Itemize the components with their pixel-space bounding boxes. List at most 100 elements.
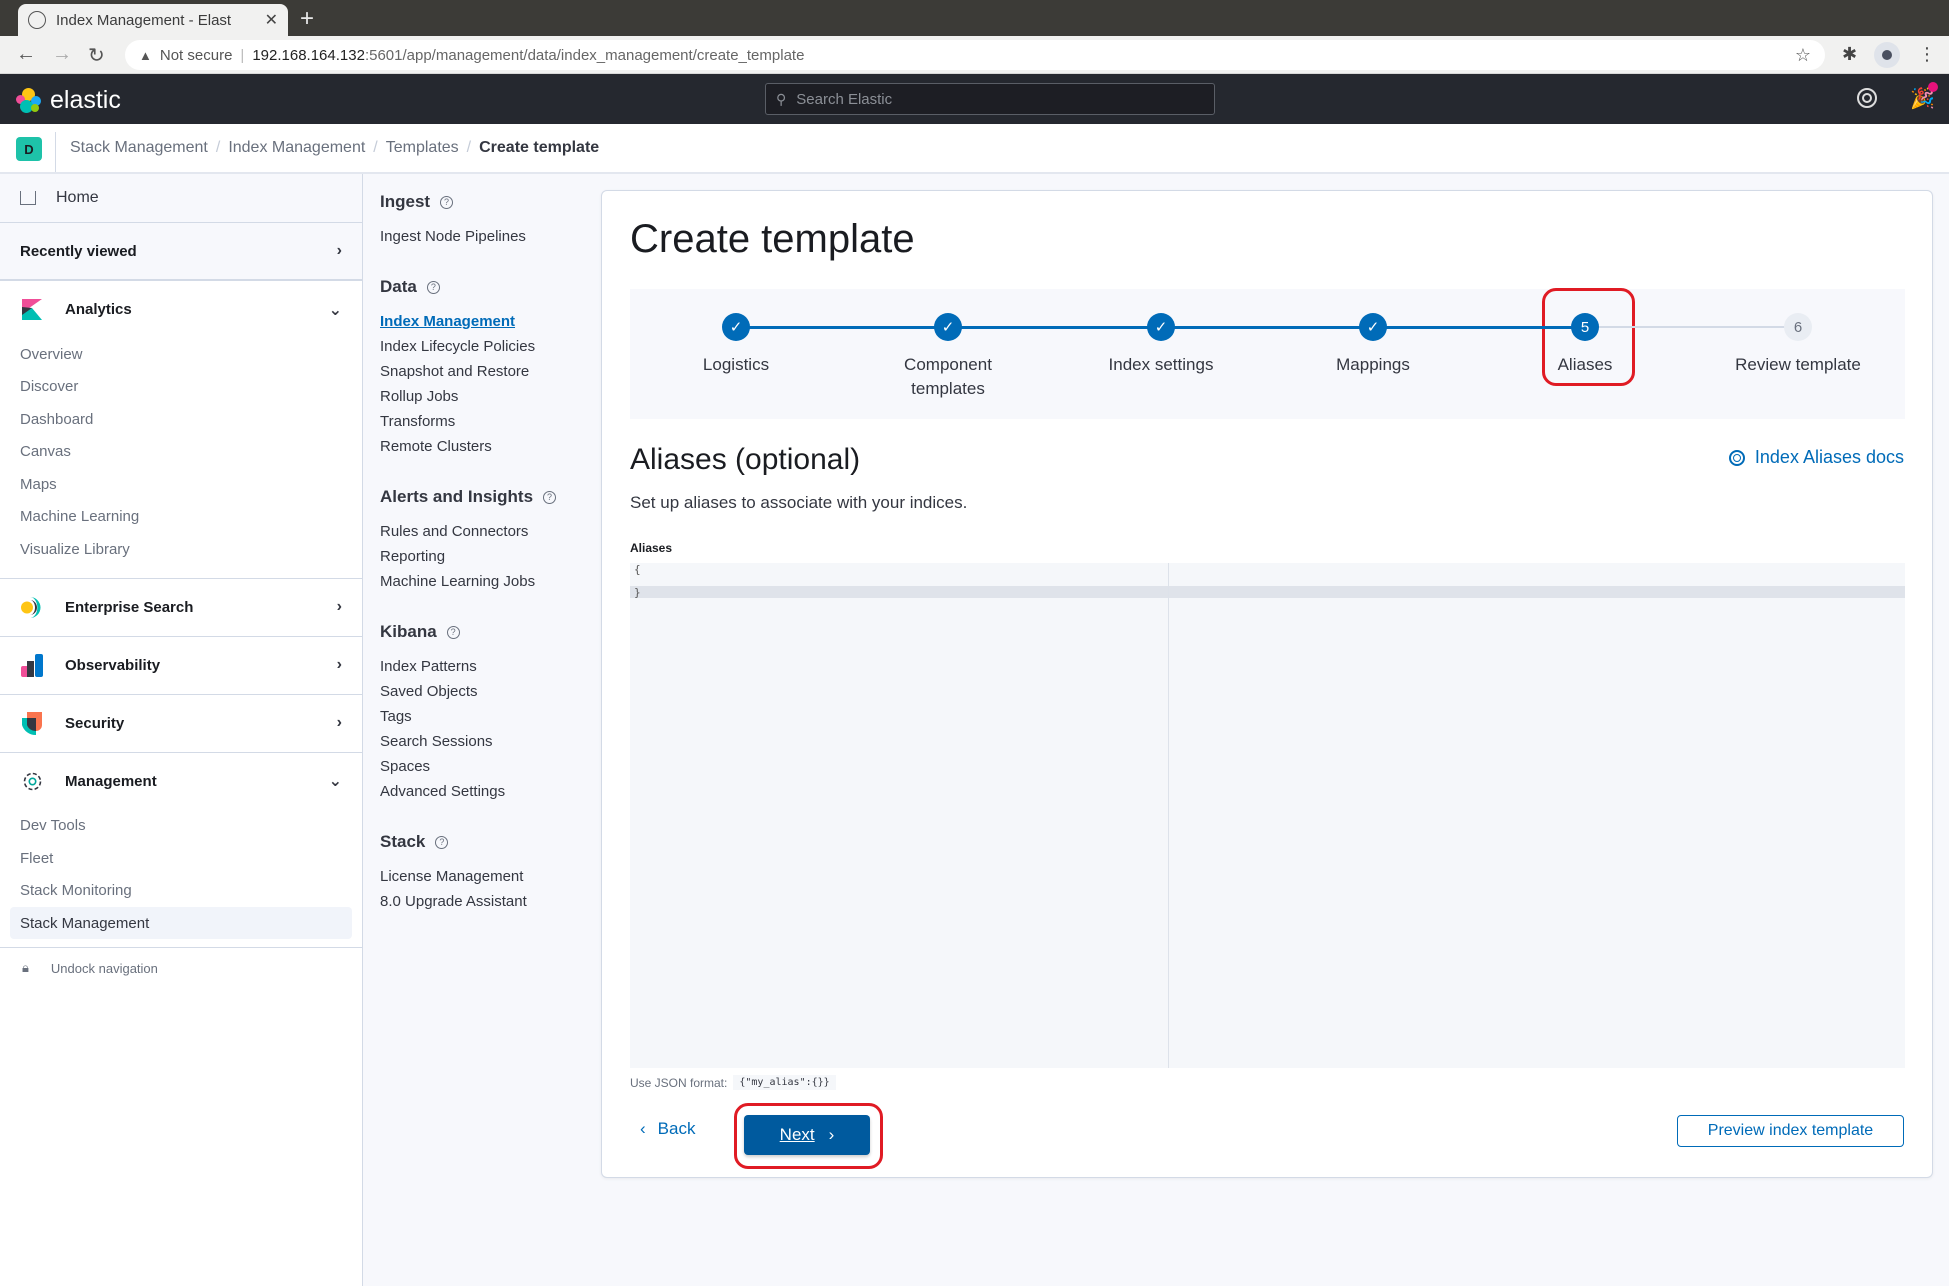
sidebar-item-dashboard[interactable]: Dashboard	[0, 403, 362, 436]
nav-item-rules-and-connectors[interactable]: Rules and Connectors	[380, 519, 600, 544]
reload-icon[interactable]: ↻	[88, 43, 105, 68]
nav-item-reporting[interactable]: Reporting	[380, 544, 600, 569]
sidebar-item-dev-tools[interactable]: Dev Tools	[0, 810, 362, 843]
nav-item-tags[interactable]: Tags	[380, 704, 600, 729]
breadcrumb-stack-management[interactable]: Stack Management	[70, 139, 208, 157]
nav-item-index-patterns[interactable]: Index Patterns	[380, 654, 600, 679]
check-icon: ✓	[934, 313, 962, 341]
security-label: Not secure	[159, 46, 233, 64]
help-lifebuoy-icon[interactable]	[1857, 88, 1877, 108]
sidebar-item-machine-learning[interactable]: Machine Learning	[0, 501, 362, 534]
sidebar-item-maps[interactable]: Maps	[0, 468, 362, 501]
sidebar-item-visualize-library[interactable]: Visualize Library	[0, 533, 362, 566]
help-icon[interactable]: ?	[440, 195, 454, 209]
url-separator: |	[240, 46, 245, 64]
editor-line: }	[634, 586, 641, 599]
active-line	[630, 586, 1905, 598]
nav-section-stack: Stack?	[380, 830, 600, 854]
url-host: 192.168.164.132	[252, 46, 365, 64]
enterprise-search-icon	[21, 596, 41, 618]
address-bar-row: ← → ↻ ▲ Not secure | 192.168.164.132 :56…	[0, 36, 1949, 74]
step-label: Component templates	[904, 355, 992, 398]
url-field[interactable]: ▲ Not secure | 192.168.164.132 :5601/app…	[125, 40, 1825, 70]
breadcrumb-index-management[interactable]: Index Management	[228, 139, 365, 157]
sidebar-item-discover[interactable]: Discover	[0, 371, 362, 404]
sidebar-group-management[interactable]: Management ⌄	[0, 753, 362, 810]
chevron-down-icon: ⌄	[328, 773, 342, 790]
preview-index-template-button[interactable]: Preview index template	[1677, 1115, 1904, 1147]
nav-item-remote-clusters[interactable]: Remote Clusters	[380, 434, 600, 459]
global-search[interactable]: ⚲	[765, 83, 1215, 115]
help-icon[interactable]: ?	[446, 625, 460, 639]
step-number: 6	[1784, 313, 1812, 341]
docs-link-label: Index Aliases docs	[1754, 447, 1904, 467]
step-connector-incomplete	[1592, 326, 1804, 328]
nav-item-advanced-settings[interactable]: Advanced Settings	[380, 779, 600, 804]
sidebar-group-analytics[interactable]: Analytics ⌄	[0, 281, 362, 338]
check-icon: ✓	[722, 313, 750, 341]
breadcrumb-current: Create template	[479, 139, 600, 156]
space-avatar[interactable]: D	[16, 137, 42, 161]
nav-item-license-management[interactable]: License Management	[380, 864, 600, 889]
sidebar-group-security[interactable]: Security ›	[0, 695, 362, 752]
nav-item-upgrade-assistant[interactable]: 8.0 Upgrade Assistant	[380, 889, 600, 914]
bookmark-star-icon[interactable]: ☆	[1795, 45, 1811, 66]
nav-item-index-management[interactable]: Index Management	[380, 309, 600, 334]
sidebar-item-canvas[interactable]: Canvas	[0, 436, 362, 469]
sidebar-item-home[interactable]: Home	[0, 174, 362, 223]
help-icon[interactable]: ?	[426, 280, 440, 294]
sidebar-item-label: Home	[56, 189, 99, 206]
forward-arrow-icon[interactable]: →	[52, 43, 72, 66]
nav-item-spaces[interactable]: Spaces	[380, 754, 600, 779]
kibana-logo-icon	[22, 299, 42, 320]
profile-avatar[interactable]	[1874, 42, 1900, 68]
browser-menu-icon[interactable]: ⋮	[1918, 44, 1936, 65]
nav-item-machine-learning-jobs[interactable]: Machine Learning Jobs	[380, 569, 600, 594]
chevron-down-icon: ⌄	[328, 301, 342, 319]
sidebar-group-label: Security	[65, 714, 125, 732]
breadcrumb: Stack Management / Index Management / Te…	[70, 139, 599, 157]
undock-navigation-button[interactable]: 🔒︎ Undock navigation	[0, 948, 362, 988]
undock-label: Undock navigation	[50, 960, 158, 976]
elastic-logo[interactable]: elastic	[16, 86, 121, 115]
nav-item-saved-objects[interactable]: Saved Objects	[380, 679, 600, 704]
sidebar-group-enterprise-search[interactable]: Enterprise Search ›	[0, 579, 362, 636]
sidebar-item-overview[interactable]: Overview	[0, 338, 362, 371]
recently-viewed-toggle[interactable]: Recently viewed ›	[0, 223, 362, 281]
chevron-right-icon: ›	[336, 598, 342, 615]
breadcrumb-templates[interactable]: Templates	[386, 139, 459, 157]
sidebar-item-fleet[interactable]: Fleet	[0, 842, 362, 875]
home-icon	[20, 191, 36, 205]
sidebar-group-observability[interactable]: Observability ›	[0, 637, 362, 694]
nav-item-ingest-node-pipelines[interactable]: Ingest Node Pipelines	[380, 224, 600, 249]
breadcrumb-separator: /	[373, 139, 378, 156]
page-title: Create template	[630, 217, 915, 261]
nav-item-transforms[interactable]: Transforms	[380, 409, 600, 434]
search-input[interactable]	[796, 90, 1197, 108]
kibana-header: elastic ⚲ 🎉	[0, 74, 1949, 124]
sidebar-item-stack-monitoring[interactable]: Stack Monitoring	[0, 875, 362, 908]
help-icon[interactable]: ?	[543, 490, 557, 504]
elastic-cluster-icon	[16, 87, 42, 114]
step-label: Review template	[1735, 355, 1861, 374]
close-tab-icon[interactable]: ✕	[265, 10, 278, 30]
aliases-json-editor[interactable]: { }	[630, 563, 1905, 1068]
extensions-puzzle-icon[interactable]: ✱	[1842, 44, 1857, 65]
divider	[55, 132, 56, 172]
back-arrow-icon[interactable]: ←	[16, 43, 36, 66]
back-button[interactable]: ‹ Back	[640, 1119, 695, 1139]
nav-item-index-lifecycle-policies[interactable]: Index Lifecycle Policies	[380, 334, 600, 359]
nav-item-snapshot-and-restore[interactable]: Snapshot and Restore	[380, 359, 600, 384]
nav-item-rollup-jobs[interactable]: Rollup Jobs	[380, 384, 600, 409]
create-template-panel: Create template ✓ Logistics ✓ Component …	[601, 190, 1933, 1178]
nav-item-search-sessions[interactable]: Search Sessions	[380, 729, 600, 754]
notification-dot	[1928, 82, 1938, 92]
help-icon[interactable]: ?	[435, 835, 449, 849]
observability-icon	[21, 653, 43, 677]
search-icon: ⚲	[776, 90, 787, 107]
index-aliases-docs-link[interactable]: Index Aliases docs	[1728, 447, 1904, 468]
sidebar-item-stack-management[interactable]: Stack Management	[10, 907, 352, 939]
new-tab-button[interactable]: +	[300, 5, 314, 33]
section-description: Set up aliases to associate with your in…	[630, 493, 968, 512]
browser-tab[interactable]: Index Management - Elast ✕	[18, 4, 288, 36]
